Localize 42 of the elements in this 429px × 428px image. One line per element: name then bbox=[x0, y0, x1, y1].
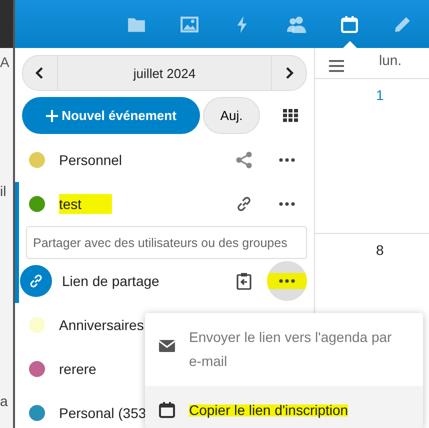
menu-item-label: Envoyer le lien vers l'agenda par e-mail bbox=[189, 329, 392, 369]
envelope-icon bbox=[158, 337, 176, 354]
share-link-label: Lien de partage bbox=[62, 273, 160, 289]
month-label: juillet 2024 bbox=[132, 64, 197, 83]
next-month-button[interactable] bbox=[271, 56, 306, 90]
today-button[interactable]: Auj. bbox=[203, 97, 260, 134]
day-number[interactable]: 8 bbox=[376, 242, 384, 258]
menu-item[interactable]: Copier le lien d'inscription bbox=[145, 386, 423, 428]
image-icon bbox=[180, 15, 200, 33]
link-icon bbox=[28, 273, 44, 289]
link-icon[interactable] bbox=[235, 195, 253, 213]
weekday-header: lun. bbox=[379, 52, 402, 68]
chevron-right-icon bbox=[284, 66, 294, 80]
menu-item[interactable]: Envoyer le lien vers l'agenda par e-mail bbox=[145, 313, 423, 381]
calendar-name[interactable]: Anniversaires bbox=[59, 317, 144, 333]
menu-icon[interactable] bbox=[329, 60, 344, 72]
more-icon bbox=[279, 158, 295, 162]
folder-icon bbox=[127, 15, 146, 33]
more-icon bbox=[279, 202, 295, 206]
plus-icon bbox=[46, 110, 58, 122]
window-text-fragment: a bbox=[0, 393, 8, 409]
menu-item-label: Copier le lien d'inscription bbox=[189, 402, 348, 418]
previous-month-button[interactable] bbox=[23, 56, 58, 90]
calendar-name[interactable]: Personnel bbox=[59, 152, 122, 168]
calendar-icon bbox=[158, 401, 176, 418]
new-event-button[interactable]: Nouvel événement bbox=[22, 97, 200, 134]
day-number[interactable]: 1 bbox=[376, 87, 384, 103]
calendar-icon bbox=[340, 15, 359, 33]
grid-view-icon[interactable] bbox=[283, 109, 298, 122]
window-text-fragment: A bbox=[0, 54, 10, 70]
contacts-icon bbox=[286, 15, 306, 33]
more-icon bbox=[279, 279, 295, 283]
calendar-name[interactable]: rerere bbox=[59, 361, 96, 377]
chevron-left-icon bbox=[35, 66, 45, 80]
calendar-name[interactable]: test bbox=[59, 194, 112, 214]
share-search-field[interactable]: Partager avec des utilisateurs ou des groupes bbox=[26, 226, 307, 259]
calendar-name[interactable]: Personal (353 bbox=[59, 405, 146, 421]
clipboard-icon[interactable] bbox=[236, 272, 252, 290]
window-text-fragment: il bbox=[0, 183, 6, 199]
pencil-icon bbox=[392, 15, 412, 33]
more-button[interactable] bbox=[267, 261, 307, 301]
share-icon[interactable] bbox=[235, 151, 253, 169]
